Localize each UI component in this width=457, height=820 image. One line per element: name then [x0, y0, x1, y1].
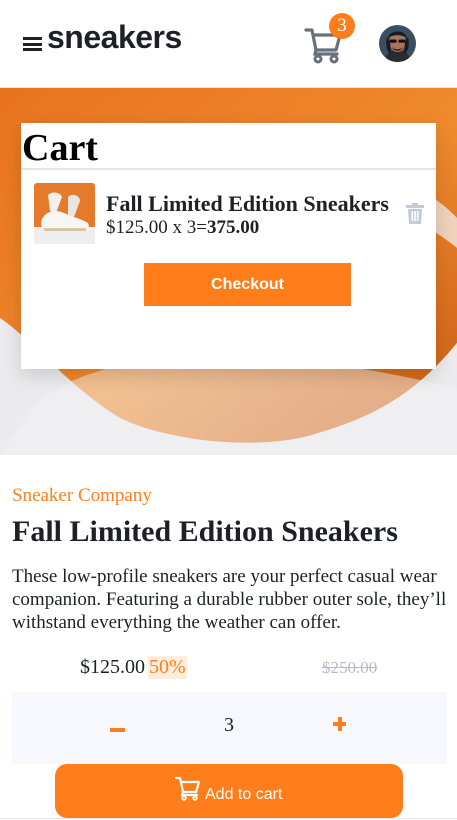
checkout-button[interactable]: Checkout	[144, 263, 351, 306]
product-description: These low-profile sneakers are your perf…	[12, 566, 447, 633]
cart-item-unit-price: $125.00 x 3=	[106, 217, 207, 238]
cart-count-badge: 3	[329, 13, 355, 39]
cart-divider	[21, 168, 436, 170]
quantity-value: 3	[224, 714, 234, 736]
add-to-cart-button[interactable]: Add to cart	[55, 764, 403, 818]
bottom-divider	[0, 818, 457, 819]
minus-icon	[110, 728, 125, 732]
company-name: Sneaker Company	[12, 485, 152, 506]
original-price: $250.00	[322, 658, 378, 677]
decrease-quantity-button[interactable]	[110, 712, 130, 742]
current-price: $125.00	[80, 656, 145, 678]
cart-item-total: 375.00	[206, 217, 260, 238]
menu-icon[interactable]	[23, 37, 42, 51]
cart-item-price: $125.00 x 3=375.00	[106, 217, 259, 239]
discount-badge: 50%	[148, 656, 187, 679]
cart-panel: Cart Fall Limited Edition Sneakers $125.…	[21, 123, 436, 369]
site-header: sneakers 3	[0, 0, 457, 88]
delete-icon[interactable]	[406, 203, 424, 224]
cart-icon	[175, 776, 201, 801]
add-to-cart-label: Add to cart	[205, 786, 283, 803]
product-title: Fall Limited Edition Sneakers	[12, 515, 398, 548]
increase-quantity-button[interactable]	[330, 714, 350, 734]
logo[interactable]: sneakers	[47, 19, 182, 56]
cart-item-name: Fall Limited Edition Sneakers	[106, 191, 389, 216]
cart-title: Cart	[22, 127, 98, 169]
cart-item-thumbnail[interactable]	[34, 183, 95, 244]
quantity-stepper: 3	[12, 692, 447, 764]
avatar[interactable]	[379, 25, 416, 62]
